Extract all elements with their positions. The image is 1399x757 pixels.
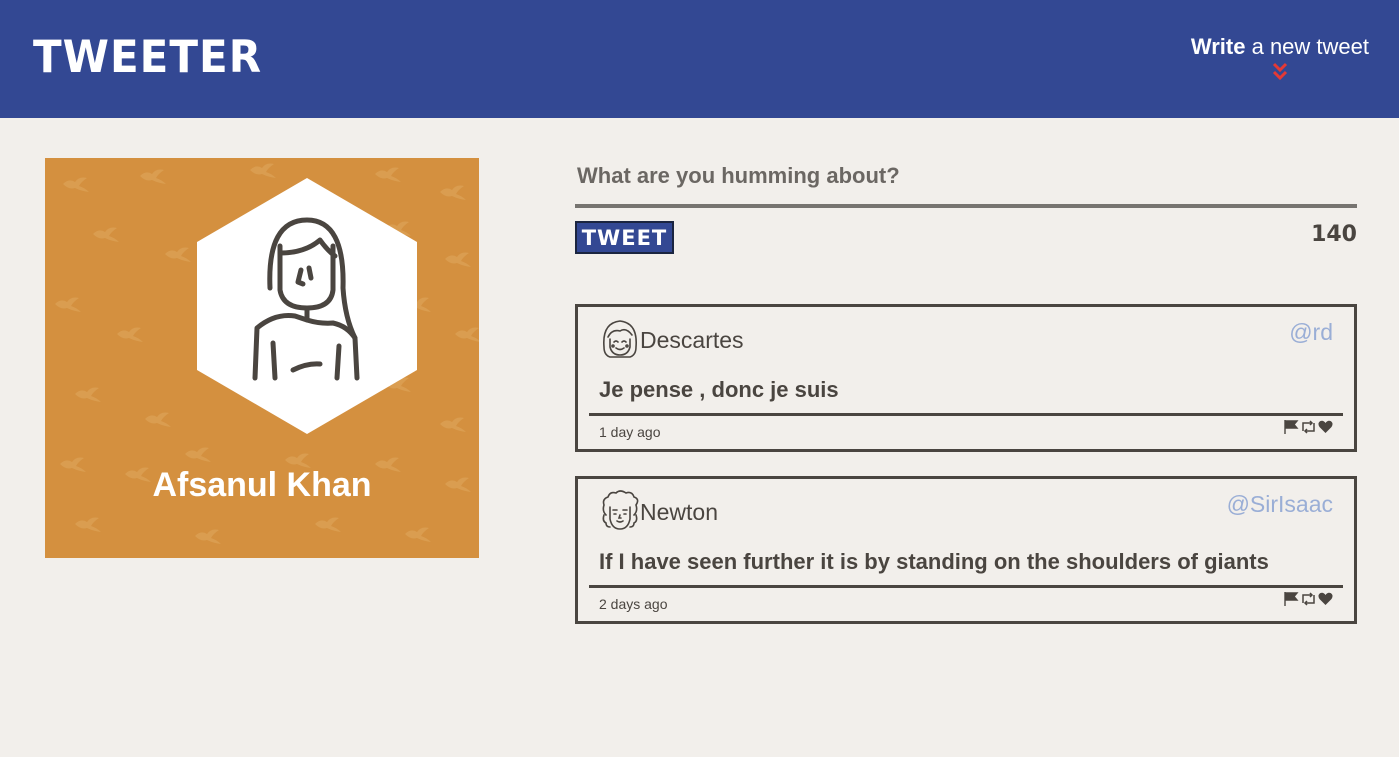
tweet-content: If I have seen further it is by standing… (599, 549, 1269, 574)
tweet-card: Descartes @rd Je pense , donc je suis 1 … (575, 304, 1357, 452)
descartes-avatar-icon (603, 320, 637, 358)
tweet-timestamp: 1 day ago (599, 424, 661, 440)
write-new-tweet-toggle[interactable]: Write a new tweet (1191, 34, 1369, 82)
tweet-content: Je pense , donc je suis (599, 377, 839, 402)
profile-avatar (197, 178, 417, 434)
write-label-rest: a new tweet (1245, 34, 1369, 59)
newton-avatar-icon (602, 490, 639, 530)
app-logo[interactable]: TWEETER (33, 33, 262, 80)
retweet-icon[interactable] (1300, 592, 1317, 611)
tweet-text-input[interactable] (575, 158, 1357, 208)
tweet-author-name: Newton (640, 499, 718, 525)
tweet-submit-button[interactable]: TWEET (575, 221, 674, 254)
tweet-author-handle[interactable]: @SirIsaac (1227, 491, 1333, 518)
character-counter: 140 (1311, 222, 1357, 247)
top-nav: TWEETER Write a new tweet (0, 0, 1399, 118)
profile-name: Afsanul Khan (152, 466, 372, 504)
profile-card: Afsanul Khan (45, 158, 479, 558)
tweet-card: Newton @SirIsaac If I have seen further … (575, 476, 1357, 624)
tweet-author-name: Descartes (640, 327, 744, 353)
retweet-icon[interactable] (1300, 420, 1317, 439)
heart-icon[interactable] (1318, 592, 1333, 611)
tweet-divider (589, 585, 1343, 588)
flag-icon[interactable] (1284, 420, 1299, 439)
tweet-actions (1284, 592, 1333, 611)
compose-tweet-form: TWEET 140 (575, 158, 1357, 254)
flag-icon[interactable] (1284, 592, 1299, 611)
tweet-actions (1284, 420, 1333, 439)
heart-icon[interactable] (1318, 420, 1333, 439)
tweet-author-handle[interactable]: @rd (1289, 319, 1333, 346)
tweet-divider (589, 413, 1343, 416)
tweet-timestamp: 2 days ago (599, 596, 668, 612)
write-label-bold: Write (1190, 34, 1246, 59)
double-chevron-down-icon (1272, 62, 1287, 81)
